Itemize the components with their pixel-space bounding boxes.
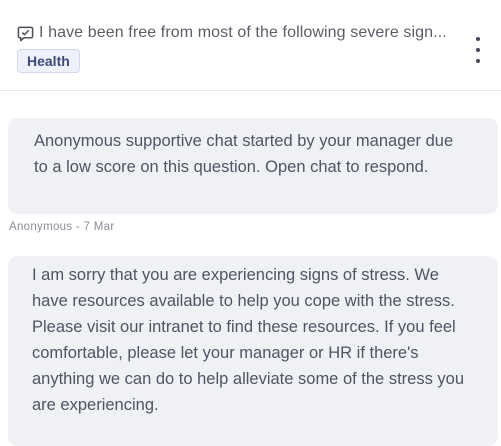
message-meta: Anonymous - 7 Mar [9, 221, 115, 233]
menu-dot [476, 59, 480, 63]
menu-dot [476, 37, 480, 41]
chat-message-system[interactable]: Anonymous supportive chat started by you… [8, 118, 498, 214]
question-title-row: I have been free from most of the follow… [17, 24, 447, 42]
category-tag: Health [17, 49, 80, 73]
chat-bubble-icon [17, 26, 34, 41]
chat-conversation: Anonymous supportive chat started by you… [0, 91, 501, 446]
more-vertical-icon[interactable] [472, 37, 484, 63]
question-text: I have been free from most of the follow… [39, 24, 447, 41]
menu-dot [476, 48, 480, 52]
chat-message-manager: I am sorry that you are experiencing sig… [8, 256, 498, 446]
question-header: I have been free from most of the follow… [0, 0, 501, 91]
